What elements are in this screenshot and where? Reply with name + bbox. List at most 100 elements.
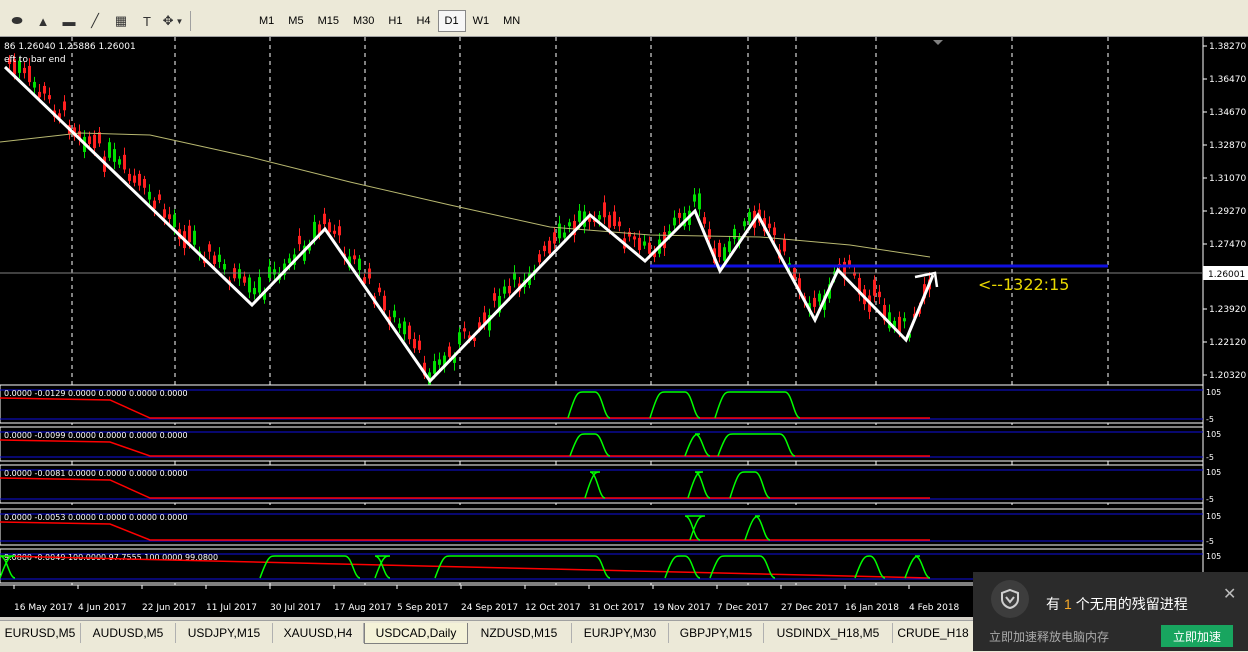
candle-body <box>418 340 421 350</box>
time-tick-label: 19 Nov 2017 <box>653 603 711 613</box>
candle-body <box>298 235 301 245</box>
candle-body <box>208 244 211 252</box>
indicator-level-label: -5 <box>1206 453 1214 462</box>
candle-body <box>403 321 406 335</box>
tab-usdindx-h18-m5[interactable]: USDINDX_H18,M5 <box>764 623 893 643</box>
candle-body <box>138 173 141 186</box>
trend-annotation: <--1322:15 <box>978 275 1069 294</box>
time-tick-label: 27 Dec 2017 <box>781 603 839 613</box>
time-tick-label: 16 May 2017 <box>14 603 73 613</box>
time-tick-label: 24 Sep 2017 <box>461 603 518 613</box>
candle-body <box>608 215 611 228</box>
candle-body <box>563 232 566 238</box>
candle-body <box>48 95 51 100</box>
time-tick-label: 12 Oct 2017 <box>525 603 581 613</box>
tab-usdcad-daily[interactable]: USDCAD,Daily <box>364 623 468 644</box>
candle-body <box>693 194 696 202</box>
candle-body <box>723 247 726 261</box>
trendline-tool[interactable]: ╱ <box>82 10 108 32</box>
candle-body <box>743 221 746 227</box>
fibonacci-icon: ▦ <box>114 13 128 28</box>
tab-eurjpy-m30[interactable]: EURJPY,M30 <box>572 623 669 643</box>
text-tool[interactable]: T <box>134 10 160 32</box>
time-tick-label: 4 Feb 2018 <box>909 603 960 613</box>
shapes-tool[interactable]: ✥ ▼ <box>160 10 186 32</box>
indicator-values: 0.0000 -0.0099 0.0000 0.0000 0.0000 0.00… <box>4 431 188 440</box>
timeframe-h4[interactable]: H4 <box>409 10 437 32</box>
candle-body <box>88 136 91 144</box>
candle-body <box>768 223 771 229</box>
timeframe-mn[interactable]: MN <box>496 10 527 32</box>
candle-body <box>288 258 291 264</box>
candle-body <box>748 212 751 222</box>
candle-body <box>323 213 326 225</box>
candle-body <box>143 178 146 188</box>
indicator-values: 0.0000 -0.0081 0.0000 0.0000 0.0000 0.00… <box>4 469 188 478</box>
timeframe-m15[interactable]: M15 <box>311 10 346 32</box>
candle-body <box>538 254 541 263</box>
notification-popup: 有 1 个无用的残留进程 ✕ 立即加速释放电脑内存 立即加速 <box>973 572 1248 651</box>
dropdown-arrow-icon: ▼ <box>175 16 184 26</box>
candle-body <box>648 242 651 254</box>
timeframe-h1[interactable]: H1 <box>381 10 409 32</box>
price-tick-label: 1.34670 <box>1209 108 1246 118</box>
tab-eurusd-m5[interactable]: EURUSD,M5 <box>0 623 81 643</box>
time-tick-label: 7 Dec 2017 <box>717 603 769 613</box>
tab-usdjpy-m15[interactable]: USDJPY,M15 <box>176 623 273 643</box>
candle-body <box>728 241 731 252</box>
time-axis: 16 May 2017 4 Jun 2017 22 Jun 2017 11 Jul 2… <box>13 585 960 613</box>
triangle-tool[interactable]: ▲ <box>30 10 56 32</box>
speed-up-button[interactable]: 立即加速 <box>1161 625 1233 647</box>
drawing-tools: ⬬ ▲ ▬ ╱ ▦ T ✥ ▼ <box>4 9 195 33</box>
candle-body <box>613 211 616 226</box>
candle-body <box>678 212 681 218</box>
popup-message-prefix: 有 <box>1046 596 1060 612</box>
timeframe-d1[interactable]: D1 <box>437 10 466 32</box>
candle-body <box>463 328 466 332</box>
candle-body <box>458 332 461 345</box>
candle-body <box>638 237 641 251</box>
tab-xauusd-h4[interactable]: XAUUSD,H4 <box>273 623 364 643</box>
price-tick-label: 1.38270 <box>1209 42 1246 52</box>
popup-message: 有 1 个无用的残留进程 <box>1046 594 1188 614</box>
tab-nzdusd-m15[interactable]: NZDUSD,M15 <box>467 623 572 643</box>
ellipse-tool[interactable]: ⬬ <box>4 10 30 32</box>
close-icon[interactable]: ✕ <box>1223 584 1236 604</box>
price-chart[interactable]: 86 1.26040 1.25886 1.26001 eft to bar en… <box>0 37 1248 617</box>
toolbar-separator <box>190 11 191 31</box>
chart-window[interactable]: 86 1.26040 1.25886 1.26001 eft to bar en… <box>0 37 1248 617</box>
candle-body <box>253 287 256 295</box>
price-tick-label: 1.22120 <box>1209 338 1246 348</box>
candle-body <box>63 101 66 111</box>
timeframe-m1[interactable]: M1 <box>252 10 281 32</box>
candle-body <box>493 293 496 301</box>
candle-body <box>268 266 271 278</box>
candle-body <box>578 210 581 222</box>
ellipse-icon: ⬬ <box>11 13 23 28</box>
tab-gbpjpy-m15[interactable]: GBPJPY,M15 <box>669 623 764 643</box>
candle-body <box>393 310 396 318</box>
popup-subtext[interactable]: 立即加速释放电脑内存 <box>989 628 1109 645</box>
candle-body <box>783 239 786 252</box>
candle-body <box>503 286 506 294</box>
candle-body <box>158 194 161 201</box>
candle-body <box>248 277 251 293</box>
candle-body <box>43 85 46 94</box>
candle-body <box>358 258 361 271</box>
candle-body <box>398 323 401 329</box>
timeframe-m30[interactable]: M30 <box>346 10 381 32</box>
rectangle-tool[interactable]: ▬ <box>56 10 82 32</box>
fibonacci-tool[interactable]: ▦ <box>108 10 134 32</box>
candle-body <box>773 227 776 236</box>
chart-shift-marker[interactable] <box>933 40 943 45</box>
timeframe-m5[interactable]: M5 <box>281 10 310 32</box>
timeframe-w1[interactable]: W1 <box>466 10 497 32</box>
indicator-level-label: -5 <box>1206 415 1214 424</box>
indicator-level-label: -5 <box>1206 495 1214 504</box>
tab-crude-h18[interactable]: CRUDE_H18 <box>893 623 974 643</box>
candle-body <box>378 287 381 293</box>
tab-audusd-m5[interactable]: AUDUSD,M5 <box>81 623 176 643</box>
candle-body <box>618 221 621 227</box>
candle-body <box>438 359 441 365</box>
candle-body <box>898 316 901 333</box>
